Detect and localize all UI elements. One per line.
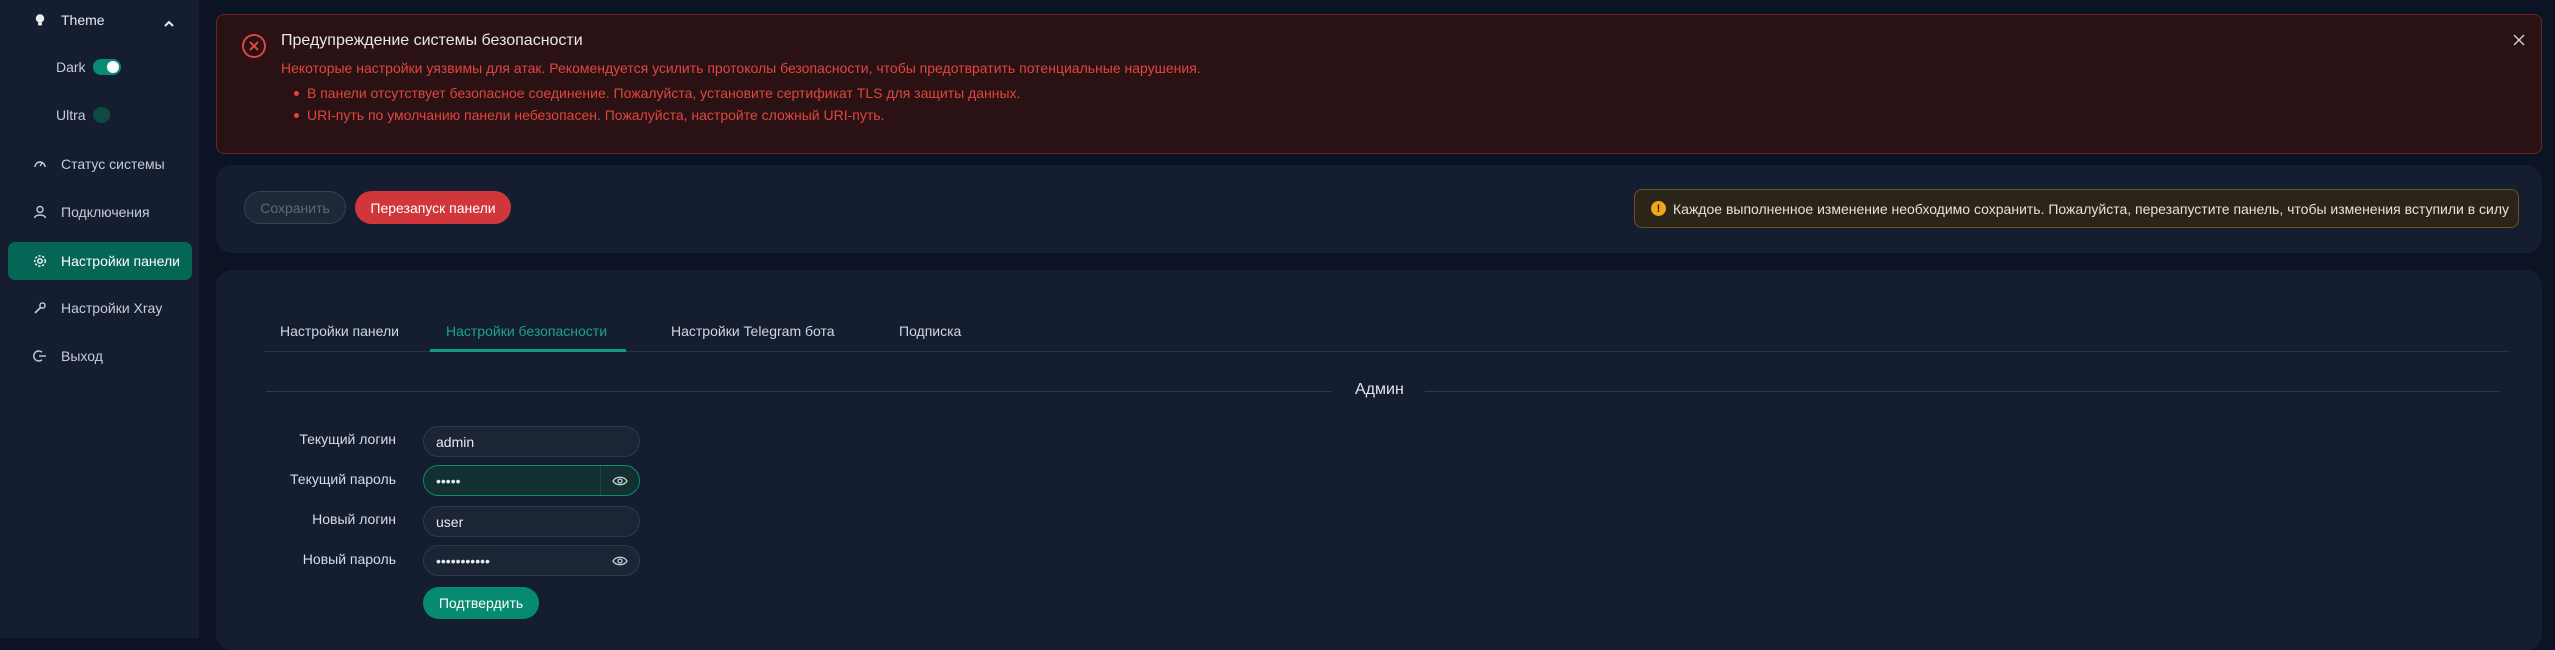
eye-icon[interactable] <box>600 466 639 495</box>
tab-panel-settings[interactable]: Настройки панели <box>280 310 399 352</box>
dark-mode-label: Dark <box>56 59 86 75</box>
current-password-label: Текущий пароль <box>290 471 396 487</box>
new-login-label: Новый логин <box>312 511 396 527</box>
actions-card: Сохранить Перезапуск панели ! Каждое вып… <box>216 165 2542 253</box>
sidebar-item-connections[interactable]: Подключения <box>8 193 192 231</box>
tab-telegram-settings[interactable]: Настройки Telegram бота <box>671 310 835 352</box>
close-icon[interactable] <box>2513 33 2525 51</box>
current-password-input[interactable]: ••••• <box>423 465 640 496</box>
sidebar-item-label: Подключения <box>61 204 150 220</box>
security-alert: Предупреждение системы безопасности Неко… <box>216 14 2542 154</box>
sidebar-item-label: Настройки панели <box>61 253 180 269</box>
sidebar-item-panel-settings[interactable]: Настройки панели <box>8 242 192 280</box>
current-login-input[interactable]: admin <box>423 426 640 457</box>
sidebar-item-label: Настройки Xray <box>61 300 163 316</box>
ultra-mode-row: Ultra <box>56 107 110 123</box>
sidebar: Theme Dark Ultra Статус системы Подключе… <box>0 0 199 638</box>
dark-mode-toggle[interactable] <box>92 59 121 75</box>
logout-icon <box>32 348 48 364</box>
new-login-input[interactable]: user <box>423 506 640 537</box>
current-password-value: ••••• <box>436 472 461 489</box>
section-divider-right <box>1425 391 2499 392</box>
new-password-label: Новый пароль <box>302 551 396 567</box>
new-password-input[interactable]: ••••••••••• <box>423 545 640 576</box>
current-login-label: Текущий логин <box>299 431 396 447</box>
bulb-icon <box>32 12 48 28</box>
sidebar-item-logout[interactable]: Выход <box>8 337 192 375</box>
ultra-mode-toggle[interactable] <box>92 107 110 123</box>
active-tab-indicator <box>430 349 626 352</box>
settings-card: Настройки панели Настройки безопасности … <box>216 270 2542 650</box>
new-login-value: user <box>436 513 464 530</box>
section-divider-left <box>266 391 1332 392</box>
new-password-value: ••••••••••• <box>436 552 490 569</box>
theme-label: Theme <box>61 12 105 28</box>
eye-icon[interactable] <box>600 546 639 575</box>
user-icon <box>32 204 48 220</box>
sidebar-item-label: Выход <box>61 348 103 364</box>
sidebar-item-label: Статус системы <box>61 156 165 172</box>
admin-section-title: Админ <box>1355 381 1404 398</box>
tab-security-settings[interactable]: Настройки безопасности <box>446 310 607 352</box>
chevron-up-icon[interactable] <box>164 15 174 31</box>
wrench-icon <box>32 300 48 316</box>
alert-description: Некоторые настройки уязвимы для атак. Ре… <box>281 60 1201 76</box>
restart-panel-button[interactable]: Перезапуск панели <box>355 191 511 224</box>
save-button[interactable]: Сохранить <box>244 191 346 224</box>
alert-item: URI-путь по умолчанию панели небезопасен… <box>281 104 1020 126</box>
theme-menu[interactable]: Theme <box>8 1 192 39</box>
settings-tabs: Настройки панели Настройки безопасности … <box>264 310 2510 352</box>
sidebar-item-xray-settings[interactable]: Настройки Xray <box>8 289 192 327</box>
tab-subscription[interactable]: Подписка <box>899 310 961 352</box>
alert-list: В панели отсутствует безопасное соединен… <box>281 82 1020 126</box>
ultra-mode-label: Ultra <box>56 107 86 123</box>
sidebar-item-status[interactable]: Статус системы <box>8 145 192 183</box>
warning-icon: ! <box>1651 201 1666 216</box>
dashboard-icon <box>32 156 48 172</box>
current-login-value: admin <box>436 433 475 450</box>
alert-title: Предупреждение системы безопасности <box>281 32 583 49</box>
confirm-button[interactable]: Подтвердить <box>423 587 539 619</box>
gear-icon <box>32 253 48 269</box>
save-notice: ! Каждое выполненное изменение необходим… <box>1634 189 2519 228</box>
dark-mode-row: Dark <box>56 59 121 75</box>
save-notice-text: Каждое выполненное изменение необходимо … <box>1673 200 2510 217</box>
alert-item: В панели отсутствует безопасное соединен… <box>281 82 1020 104</box>
error-circle-icon <box>241 33 267 64</box>
